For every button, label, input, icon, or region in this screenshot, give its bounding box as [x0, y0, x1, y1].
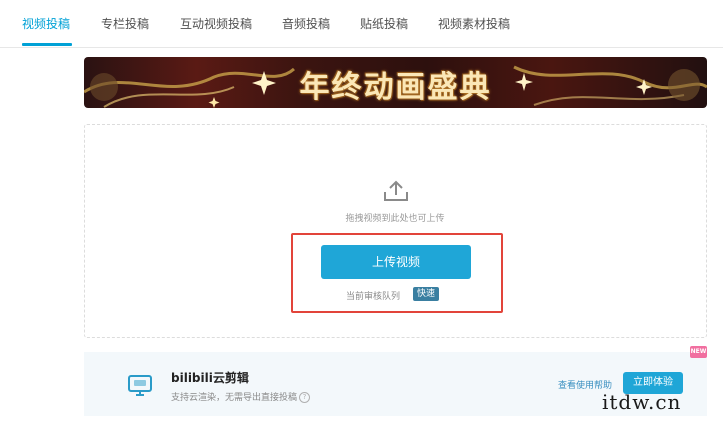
promo-title: bilibili云剪辑: [171, 371, 249, 385]
review-queue-label: 当前审核队列: [346, 292, 401, 302]
review-queue-status-badge: 快速: [413, 287, 440, 301]
new-badge: NEW: [690, 346, 707, 358]
tab-sticker-submission[interactable]: 贴纸投稿: [360, 15, 408, 32]
upload-page: 视频投稿 专栏投稿 互动视频投稿 音频投稿 贴纸投稿 视频素材投稿 年终动画盛典…: [0, 0, 723, 425]
promo-subtitle: 支持云渲染，无需导出直接投稿?: [171, 390, 311, 403]
tab-video-material-submission[interactable]: 视频素材投稿: [438, 15, 510, 32]
tab-audio-submission[interactable]: 音频投稿: [282, 15, 330, 32]
monitor-icon: [128, 375, 152, 396]
upload-icon: [384, 180, 408, 201]
tab-video-submission[interactable]: 视频投稿: [22, 15, 70, 32]
drag-drop-hint: 拖拽视频到此处也可上传: [345, 214, 445, 224]
banner-title: 年终动画盛典: [299, 70, 492, 105]
site-watermark: itdw.cn: [602, 390, 682, 414]
promo-subtitle-text: 支持云渲染，无需导出直接投稿: [171, 393, 298, 403]
question-icon[interactable]: ?: [299, 392, 311, 403]
tab-interactive-video-submission[interactable]: 互动视频投稿: [180, 15, 252, 32]
upload-video-button[interactable]: 上传视频: [321, 245, 471, 279]
event-banner[interactable]: 年终动画盛典: [84, 57, 707, 108]
submission-tabs: 视频投稿 专栏投稿 互动视频投稿 音频投稿 贴纸投稿 视频素材投稿: [0, 0, 723, 48]
active-tab-indicator: [22, 43, 72, 46]
tab-column-submission[interactable]: 专栏投稿: [101, 15, 149, 32]
